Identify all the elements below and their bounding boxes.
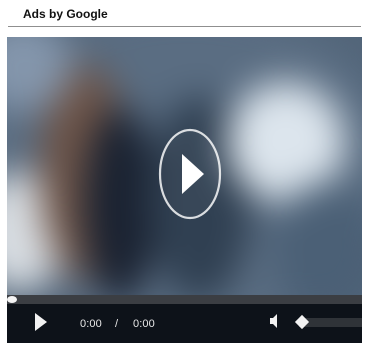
current-time: 0:00: [80, 318, 102, 330]
play-icon: [35, 313, 47, 331]
ad-header: Ads by Google: [8, 0, 361, 27]
seek-handle[interactable]: [7, 296, 17, 303]
player-controls: 0:00 / 0:00: [7, 304, 362, 343]
volume-slider-knob[interactable]: [294, 314, 310, 330]
play-button[interactable]: [32, 311, 50, 333]
video-player[interactable]: 0:00 / 0:00: [7, 37, 362, 343]
video-preview[interactable]: [7, 37, 362, 295]
video-person-shadow: [84, 107, 156, 295]
duration: 0:00: [133, 318, 155, 330]
center-play-button[interactable]: [158, 127, 222, 221]
seek-bar[interactable]: [7, 295, 362, 304]
time-separator: /: [115, 318, 119, 330]
volume-slider[interactable]: [294, 314, 362, 330]
play-circle-icon: [158, 128, 222, 220]
ad-label: Ads by Google: [23, 7, 108, 21]
volume-button[interactable]: [269, 312, 281, 330]
volume-icon: [270, 314, 277, 328]
